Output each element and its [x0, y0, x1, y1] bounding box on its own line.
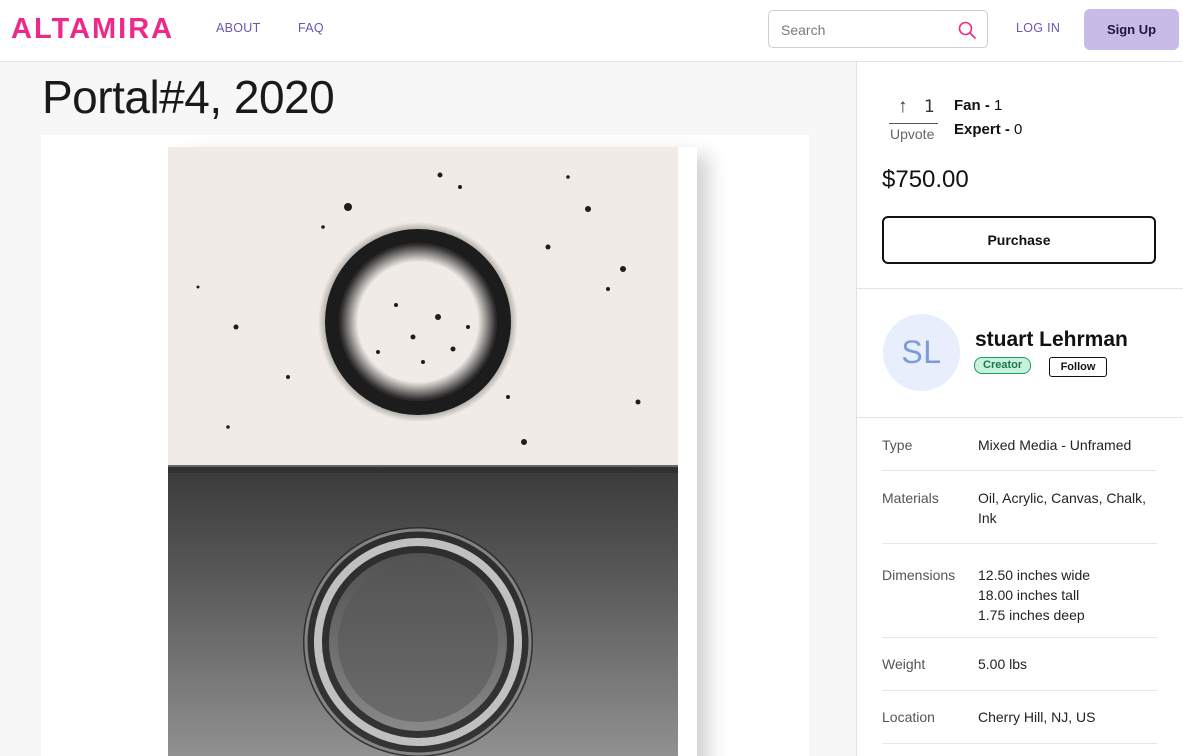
detail-label-weight: Weight — [882, 656, 926, 672]
dimension-wide: 12.50 inches wide — [978, 567, 1091, 583]
detail-value-type: Mixed Media - Unframed — [978, 437, 1132, 453]
signup-button[interactable]: Sign Up — [1084, 9, 1179, 50]
detail-row-materials: Materials Oil, Acrylic, Canvas, Chalk, I… — [882, 471, 1157, 544]
fan-count-line: Fan - 1 — [954, 97, 1002, 114]
detail-label-materials: Materials — [882, 490, 939, 506]
detail-value-weight: 5.00 lbs — [978, 656, 1028, 672]
materials-line-2: Ink — [978, 510, 997, 526]
fan-label: Fan - — [954, 97, 994, 114]
detail-row-dimensions: Dimensions 12.50 inches wide 18.00 inche… — [882, 544, 1157, 638]
creator-badge: Creator — [974, 357, 1032, 374]
artwork-main-panel: Portal#4, 2020 — [0, 62, 856, 756]
creator-name[interactable]: stuart Lehrman — [975, 328, 1128, 352]
artwork-details-sidebar: ↑ 1 Upvote Fan - 1 Expert - 0 $750.00 Pu… — [856, 62, 1183, 756]
artwork-price: $750.00 — [882, 166, 969, 193]
search-icon[interactable] — [957, 20, 977, 40]
avatar[interactable]: SL — [883, 314, 960, 391]
login-link[interactable]: LOG IN — [1016, 21, 1060, 35]
expert-label: Expert - — [954, 121, 1015, 138]
detail-value-materials: Oil, Acrylic, Canvas, Chalk, Ink — [978, 488, 1146, 528]
expert-count-line: Expert - 0 — [954, 121, 1022, 138]
search-input[interactable] — [781, 20, 951, 40]
artwork-image — [168, 147, 678, 756]
nav-about-link[interactable]: ABOUT — [216, 21, 261, 35]
section-divider — [857, 288, 1183, 289]
fan-count: 1 — [994, 97, 1003, 114]
purchase-button[interactable]: Purchase — [882, 216, 1156, 264]
dimension-deep: 1.75 inches deep — [978, 607, 1085, 623]
arrow-up-icon[interactable]: ↑ — [898, 96, 908, 118]
detail-label-type: Type — [882, 437, 913, 453]
upvote-divider — [889, 123, 938, 124]
detail-row-weight: Weight 5.00 lbs — [882, 638, 1157, 691]
detail-value-location: Cherry Hill, NJ, US — [978, 709, 1096, 725]
materials-line-1: Oil, Acrylic, Canvas, Chalk, — [978, 490, 1147, 506]
upvote-label[interactable]: Upvote — [890, 126, 934, 142]
artwork-image-frame[interactable] — [41, 135, 809, 756]
nav-faq-link[interactable]: FAQ — [298, 21, 324, 35]
top-navigation-bar: ALTAMIRA ABOUT FAQ LOG IN Sign Up — [0, 0, 1183, 62]
detail-label-location: Location — [882, 709, 935, 725]
detail-row-type: Type Mixed Media - Unframed — [882, 418, 1157, 471]
artwork-title: Portal#4, 2020 — [42, 71, 335, 123]
follow-button[interactable]: Follow — [1049, 357, 1107, 377]
expert-count: 0 — [1014, 121, 1023, 138]
upvote-count: 1 — [924, 97, 935, 117]
dimension-tall: 18.00 inches tall — [978, 587, 1080, 603]
detail-value-dimensions: 12.50 inches wide 18.00 inches tall 1.75… — [978, 565, 1090, 625]
search-box[interactable] — [768, 10, 988, 48]
altamira-logo[interactable]: ALTAMIRA — [11, 13, 174, 46]
detail-label-dimensions: Dimensions — [882, 567, 956, 583]
detail-row-location: Location Cherry Hill, NJ, US — [882, 691, 1157, 744]
artwork-details-list: Type Mixed Media - Unframed Materials Oi… — [882, 418, 1157, 744]
